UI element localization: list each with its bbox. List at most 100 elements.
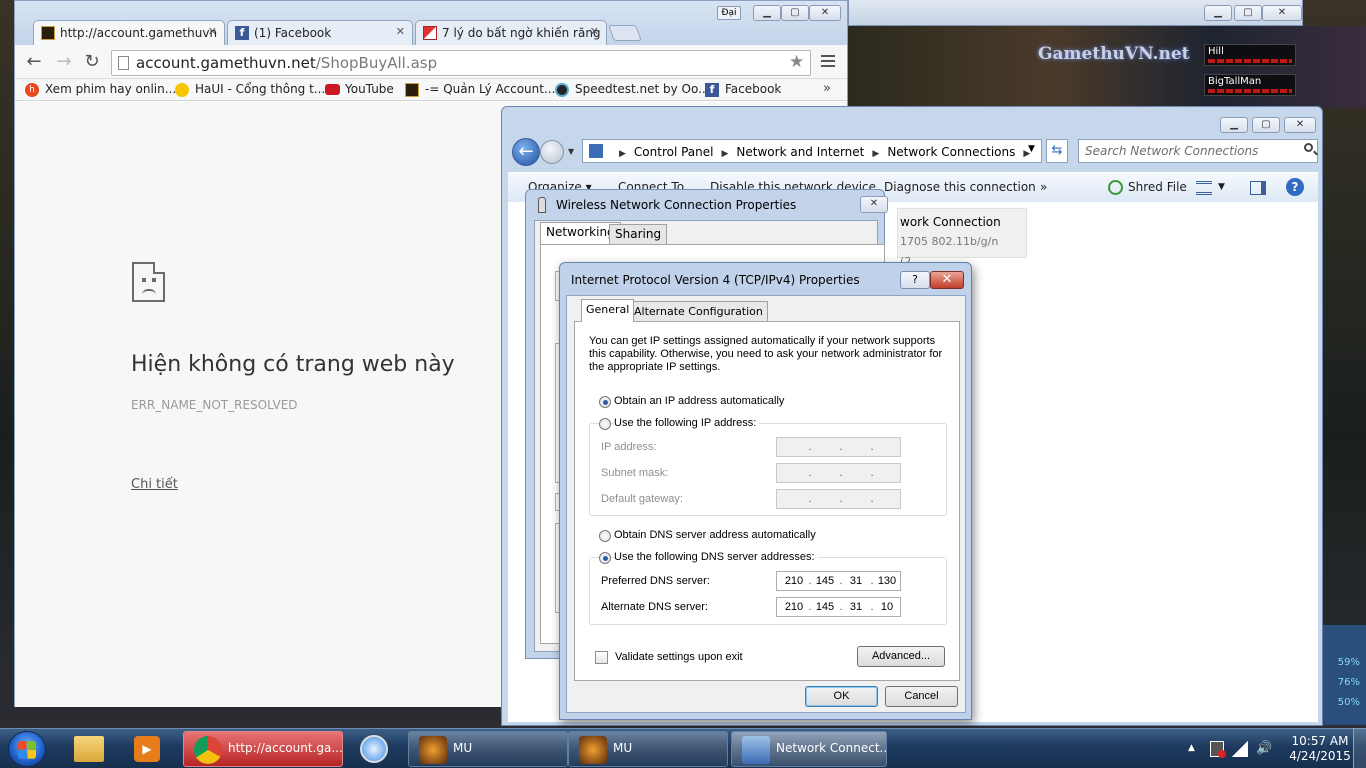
alternate-dns-field[interactable]: 210. 145. 31. 10 [776,597,901,617]
subnet-mask-field[interactable]: ... [776,463,901,483]
obtain-ip-auto-label[interactable]: Obtain an IP address automatically [614,395,784,407]
connection-name: work Connection [900,215,1001,229]
shred-file-button[interactable]: Shred File [1108,180,1187,195]
close-icon[interactable]: ✕ [396,25,405,38]
profile-button[interactable]: Đại [717,6,741,20]
volume-icon[interactable]: 🔊 [1256,741,1272,757]
explorer-pinned[interactable] [62,733,116,767]
wireless-connection-item[interactable]: work Connection 1705 802.11b/g/n (2.... [897,208,1027,268]
wifi-signal-icon[interactable] [1232,741,1248,757]
breadcrumb-item[interactable]: Network Connections [887,145,1015,159]
preview-pane-icon[interactable] [1250,181,1266,195]
diagnose-button[interactable]: Diagnose this connection [884,180,1036,194]
help-icon[interactable]: ? [1286,178,1304,196]
error-code: ERR_NAME_NOT_RESOLVED [131,398,298,412]
compass-icon [360,735,388,763]
tab-label: 7 lý do bất ngờ khiến răng [442,26,601,40]
chrome-menu-icon[interactable] [821,55,835,67]
tab-gamethuvn[interactable]: http://account.gamethuvn ✕ [33,20,225,45]
minimize-button[interactable]: ▁ [753,5,781,21]
refresh-button[interactable]: ⇆ [1046,139,1068,163]
tab-sharing[interactable]: Sharing [609,224,668,244]
close-button[interactable]: ✕ [930,271,964,289]
obtain-ip-auto-radio[interactable] [599,396,611,408]
validate-checkbox[interactable] [595,651,608,664]
view-options-icon[interactable] [1196,181,1212,195]
address-bar[interactable]: account.gamethuvn.net/ShopBuyAll.asp [111,50,811,76]
show-desktop-button[interactable] [1353,728,1366,768]
close-button[interactable]: ✕ [860,196,888,213]
taskbar-mu-button[interactable]: MU [568,731,728,767]
tray-expand-icon[interactable]: ▲ [1188,743,1195,753]
alternate-dns-label: Alternate DNS server: [601,601,708,613]
minimize-button[interactable]: ▁ [1220,117,1248,133]
close-button[interactable]: ✕ [1284,117,1316,133]
taskbar-network-button[interactable]: Network Connect... [731,731,887,767]
stat-value: 59% [1337,657,1360,668]
search-icon[interactable] [1304,143,1313,152]
bookmark-item[interactable]: Speedtest.net by Oo... [555,82,710,97]
explorer-address-bar[interactable]: ▶ Control Panel ▶ Network and Internet ▶ Netw… [582,139,1042,163]
preferred-dns-field[interactable]: 210. 145. 31. 130 [776,571,901,591]
maximize-button[interactable]: ▢ [1252,117,1280,133]
gateway-field[interactable]: ... [776,489,901,509]
taskbar-mu-button[interactable]: MU [408,731,568,767]
start-button[interactable] [8,731,46,767]
maximize-button[interactable]: ▢ [781,5,809,21]
search-input[interactable]: Search Network Connections [1078,139,1318,163]
ok-button[interactable]: OK [805,686,878,707]
back-button[interactable]: ← [512,138,540,166]
use-following-ip-label[interactable]: Use the following IP address: [614,417,760,429]
use-following-dns-radio[interactable] [599,552,611,564]
bookmark-item[interactable]: -= Quản Lý Account... [405,82,555,97]
chevron-down-icon[interactable]: ▼ [1218,182,1225,192]
ip-octet: 31 [849,575,863,587]
reload-button[interactable]: ↻ [81,52,103,72]
breadcrumb-item[interactable]: Control Panel [634,145,714,159]
general-tab-content: You can get IP settings assigned automat… [574,321,960,681]
forward-button[interactable] [540,140,564,164]
use-following-dns-label[interactable]: Use the following DNS server addresses: [614,551,818,563]
breadcrumb-item[interactable]: Network and Internet [736,145,864,159]
action-center-icon[interactable] [1210,741,1226,758]
bookmark-item[interactable]: f Facebook [705,82,781,97]
media-player-pinned[interactable]: ▶ [120,733,174,767]
clock[interactable]: 10:57 AM 4/24/2015 [1285,734,1355,764]
safari-pinned[interactable] [348,733,402,767]
forward-button[interactable]: → [53,52,75,72]
more-commands-button[interactable]: » [1040,180,1047,194]
ip-address-field[interactable]: ... [776,437,901,457]
advanced-button[interactable]: Advanced... [857,646,945,667]
chevron-more-icon[interactable]: » [823,81,831,96]
use-following-ip-radio[interactable] [599,418,611,430]
chevron-down-icon[interactable]: ▼ [1028,144,1035,154]
bookmark-item[interactable]: YouTube [325,82,394,96]
help-button[interactable]: ? [900,271,930,289]
close-icon[interactable]: ✕ [208,25,217,38]
taskbar-chrome-button[interactable]: http://account.ga... [183,731,343,767]
bookmark-label: YouTube [345,82,394,96]
close-button[interactable]: ✕ [809,5,841,21]
obtain-dns-auto-label[interactable]: Obtain DNS server address automatically [614,529,816,541]
news-icon [423,26,437,40]
close-button[interactable]: ✕ [1262,5,1302,21]
tab-facebook[interactable]: f (1) Facebook ✕ [227,20,413,45]
tab-alternate-configuration[interactable]: Alternate Configuration [629,301,768,321]
validate-label[interactable]: Validate settings upon exit [615,651,743,663]
ip-address-label: IP address: [601,441,657,453]
maximize-button[interactable]: ▢ [1234,5,1262,21]
minimize-button[interactable]: ▁ [1204,5,1232,21]
bookmark-item[interactable]: h Xem phim hay onlin... [25,82,176,97]
tab-general[interactable]: General [581,299,635,322]
obtain-dns-auto-radio[interactable] [599,530,611,542]
history-dropdown-icon[interactable]: ▼ [568,147,574,156]
details-link[interactable]: Chi tiết [131,477,178,492]
bookmark-item[interactable]: HaUI - Cổng thông t... [175,82,325,97]
new-tab-button[interactable] [608,25,642,41]
url-path: /ShopBuyAll.asp [315,54,438,72]
bookmark-star-icon[interactable]: ★ [789,52,804,72]
cancel-button[interactable]: Cancel [885,686,958,707]
tab-news[interactable]: 7 lý do bất ngờ khiến răng ✕ [415,20,607,45]
back-button[interactable]: ← [23,52,45,72]
close-icon[interactable]: ✕ [590,25,599,38]
